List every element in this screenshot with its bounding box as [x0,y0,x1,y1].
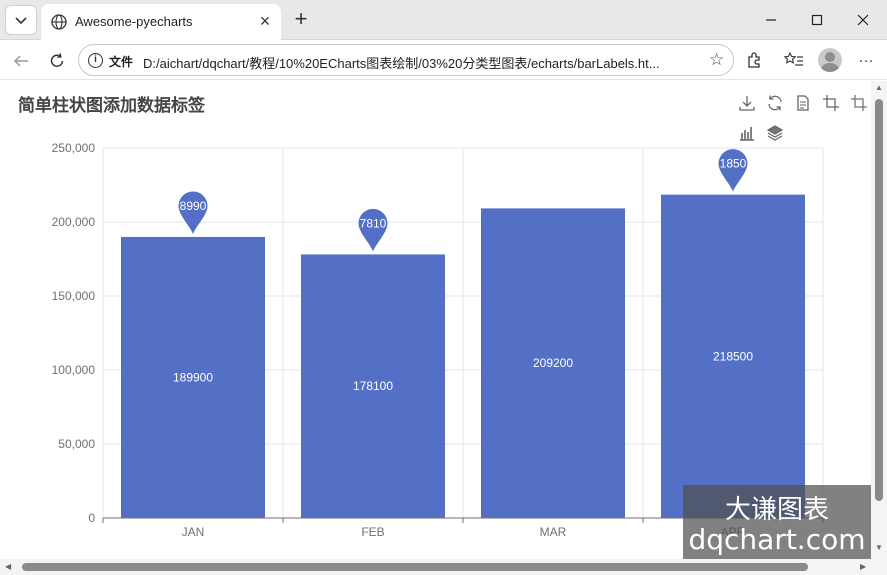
y-tick-label: 0 [88,511,95,525]
bar-value-label: 178100 [353,379,393,393]
globe-icon [51,14,67,30]
mark-point-label: 1850 [720,157,747,171]
extensions-icon[interactable] [743,49,765,71]
y-tick-label: 150,000 [52,289,96,303]
info-icon[interactable]: i [88,53,103,68]
maximize-icon[interactable] [803,6,831,34]
horizontal-scrollbar[interactable]: ◀ ▶ [0,559,887,575]
y-tick-label: 200,000 [52,215,96,229]
bar-value-label: 218500 [713,349,753,363]
bar-value-label: 189900 [173,370,213,384]
new-tab-icon[interactable]: + [290,8,312,31]
x-tick-label: MAR [540,525,567,539]
mark-point-label: 7810 [360,216,387,230]
tab-list-button[interactable] [5,5,37,35]
file-label: 文件 [109,55,134,69]
more-menu-icon[interactable]: ··· [855,49,877,71]
watermark-en: dqchart.com [688,523,866,556]
scroll-right-icon[interactable]: ▶ [860,562,866,571]
vertical-scrollbar-thumb[interactable] [875,99,883,501]
bar-value-label: 209200 [533,356,573,370]
horizontal-scrollbar-thumb[interactable] [22,563,808,571]
refresh-icon[interactable] [44,48,70,74]
scroll-left-icon[interactable]: ◀ [5,562,11,571]
watermark-cn: 大谦图表 [724,495,829,525]
tab-title: Awesome-pyecharts [75,14,193,29]
tab-close-icon[interactable]: × [256,12,274,30]
scroll-down-icon[interactable]: ▼ [875,543,883,552]
x-tick-label: JAN [182,525,205,539]
address-bar[interactable]: i 文件 D:/aichart/dqchart/教程/10%20ECharts图… [78,44,734,76]
watermark: 大谦图表 dqchart.com [683,485,871,559]
vertical-scrollbar[interactable]: ▲ ▼ [871,81,887,559]
chevron-down-icon [15,17,27,25]
minimize-icon[interactable] [757,6,785,34]
browser-tab[interactable]: Awesome-pyecharts × [41,4,281,40]
favorites-list-icon[interactable] [783,49,805,71]
mark-point-label: 8990 [180,199,207,213]
scroll-up-icon[interactable]: ▲ [875,83,883,92]
y-tick-label: 250,000 [52,141,96,155]
url-text[interactable]: D:/aichart/dqchart/教程/10%20ECharts图表绘制/0… [143,53,699,72]
back-arrow-icon[interactable] [8,48,34,74]
browser-titlebar: Awesome-pyecharts × + [0,0,887,40]
close-window-icon[interactable] [849,6,877,34]
page-content: 简单柱状图添加数据标签 0 50,000 100,000 150,000 200,000… [0,81,887,575]
profile-avatar[interactable] [818,48,842,72]
browser-toolbar: i 文件 D:/aichart/dqchart/教程/10%20ECharts图… [0,40,887,80]
x-tick-label: FEB [361,525,384,539]
favorite-star-icon[interactable]: ☆ [709,50,724,70]
y-tick-label: 100,000 [52,363,96,377]
y-tick-label: 50,000 [58,437,95,451]
